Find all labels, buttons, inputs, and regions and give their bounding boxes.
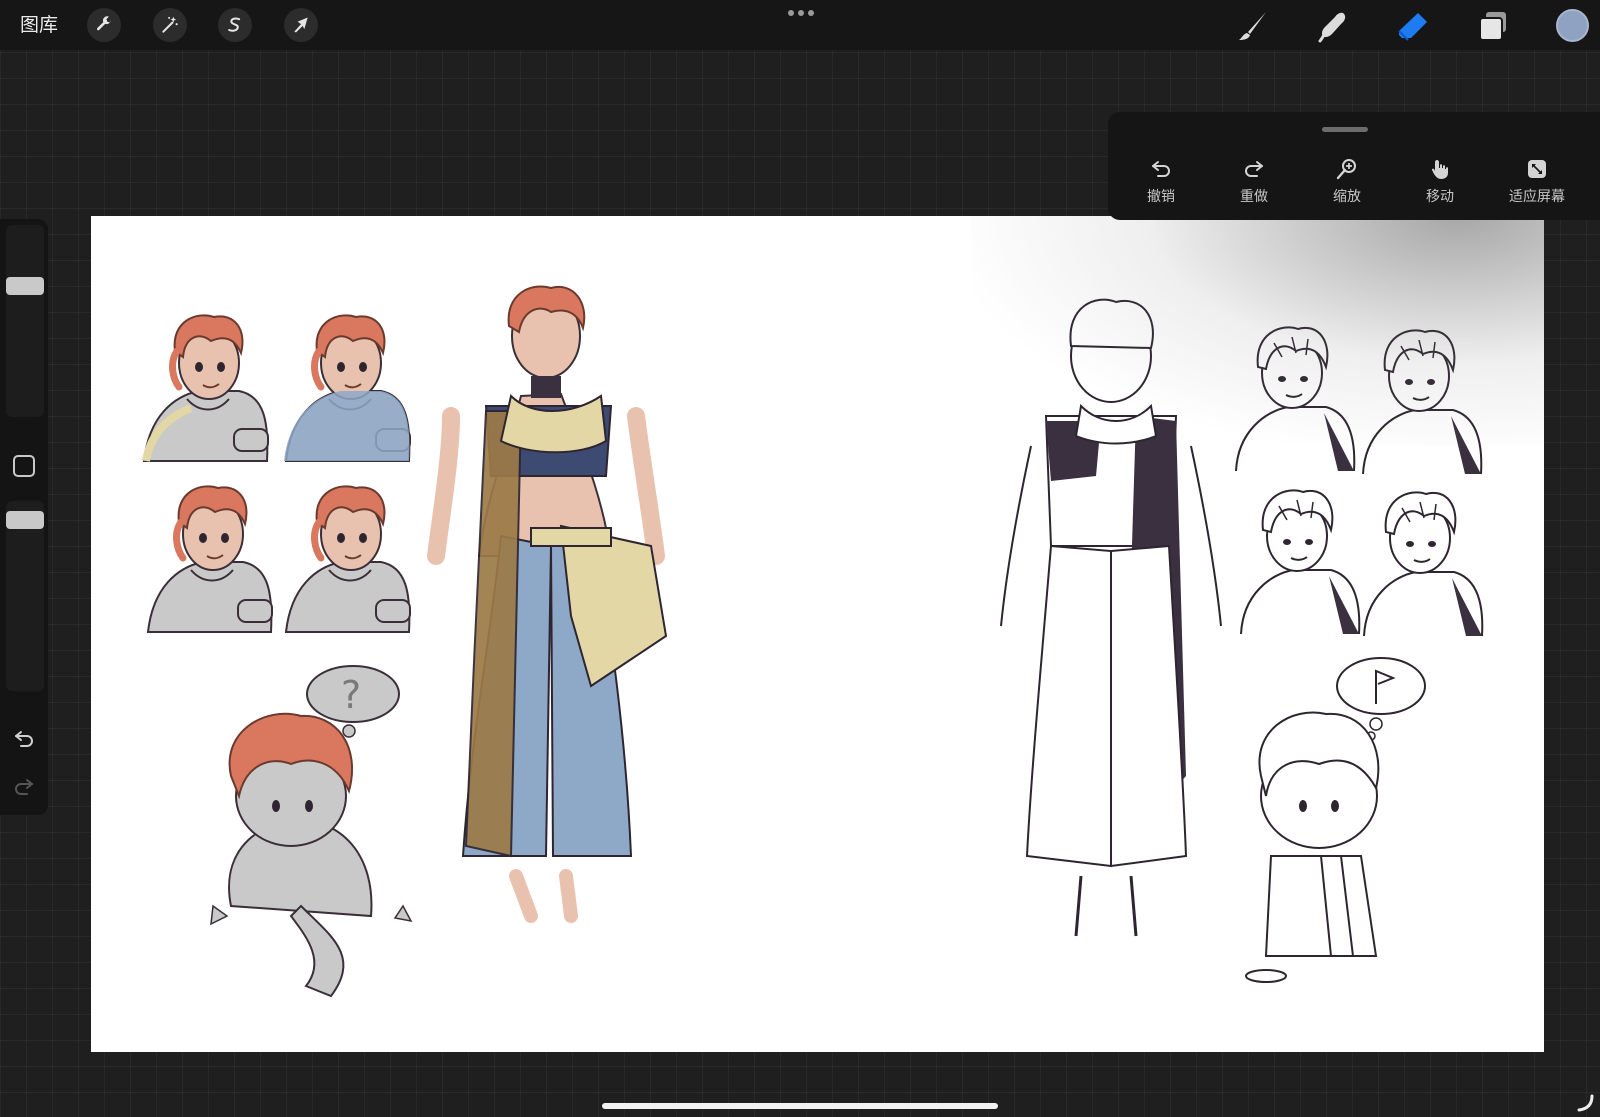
brush-icon [1239,12,1266,40]
redo-icon [15,779,33,795]
actions-button[interactable] [87,8,121,42]
quick-menu-corner-icon[interactable] [1576,1093,1596,1113]
gallery-button[interactable]: 图库 [20,10,58,40]
opacity-slider[interactable] [6,501,44,691]
undo-button[interactable]: 撤销 [1116,156,1206,206]
brush-size-slider[interactable] [6,225,44,417]
wrench-icon [96,16,111,31]
arrow-cursor-icon [294,17,308,33]
fit-screen-label: 适应屏幕 [1509,189,1565,205]
fit-screen-icon [1528,160,1546,178]
transform-button[interactable] [284,8,318,42]
zoom-icon [1336,159,1356,180]
move-label: 移动 [1426,189,1454,205]
color-picker-button[interactable] [1556,9,1589,42]
home-indicator[interactable] [602,1103,998,1109]
redo-button[interactable]: 重做 [1209,156,1299,206]
zoom-button[interactable]: 缩放 [1302,156,1392,206]
smudge-tool-button[interactable] [1314,7,1352,45]
eraser-icon [1398,13,1427,41]
smudge-finger-icon [1318,12,1346,43]
selection-button[interactable] [218,8,252,42]
redo-icon [1245,161,1263,177]
front-figure [427,285,668,923]
panel-grabber[interactable] [1322,127,1368,132]
layers-icon [1479,12,1506,41]
zoom-label: 缩放 [1333,189,1361,205]
redo-label: 重做 [1240,189,1268,205]
left-sidebar [0,219,48,815]
more-dots-icon[interactable] [788,6,814,20]
selection-s-icon [228,17,241,32]
brush-size-thumb[interactable] [6,277,44,295]
drawing-canvas[interactable]: ? [91,216,1544,1052]
square-modify-icon[interactable] [13,455,35,477]
undo-label: 撤销 [1147,189,1175,205]
sidebar-undo-button[interactable] [10,724,38,752]
opacity-thumb[interactable] [6,511,44,529]
adjustments-button[interactable] [153,8,187,42]
magic-wand-icon [162,16,178,33]
eraser-tool-button[interactable] [1394,7,1432,45]
fit-screen-button[interactable]: 适应屏幕 [1492,156,1582,206]
svg-text:?: ? [341,673,361,717]
move-button[interactable]: 移动 [1395,156,1485,206]
back-figure [1000,298,1222,937]
brush-tool-button[interactable] [1234,7,1272,45]
layers-button[interactable] [1474,7,1512,45]
undo-icon [15,731,33,747]
top-toolbar: 图库 [0,0,1600,50]
chibi-color: ? [210,665,413,998]
undo-icon [1152,161,1170,177]
chibi-line [1245,657,1426,983]
sidebar-redo-button[interactable] [10,772,38,800]
character-sheet-artwork: ? [91,285,1484,998]
hand-icon [1431,160,1448,179]
gesture-shortcut-panel: 撤销 重做 缩放 移动 适应屏幕 [1108,112,1600,220]
